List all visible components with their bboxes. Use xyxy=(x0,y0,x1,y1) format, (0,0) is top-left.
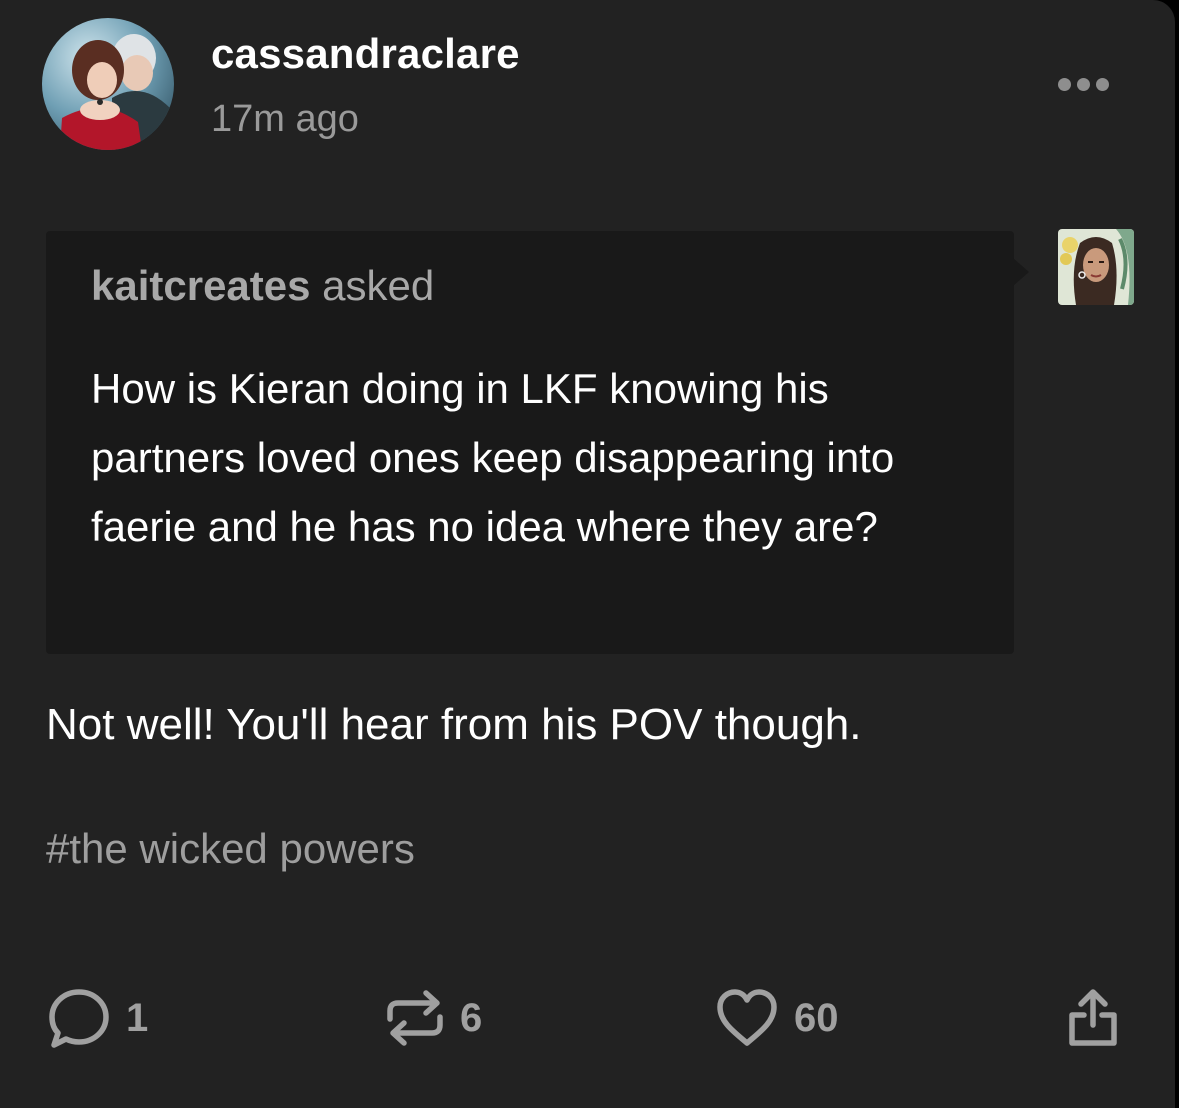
answer-text: Not well! You'll hear from his POV thoug… xyxy=(46,700,862,749)
reblog-arrows-icon xyxy=(387,990,443,1046)
author-username[interactable]: cassandraclare xyxy=(211,30,520,78)
like-count: 60 xyxy=(794,995,839,1040)
asker-avatar[interactable] xyxy=(1058,229,1134,305)
asker-username[interactable]: kaitcreates xyxy=(91,262,311,309)
more-dots-icon xyxy=(1057,77,1071,91)
ask-bubble-tail xyxy=(1013,258,1029,286)
like-button[interactable]: 60 xyxy=(714,985,839,1051)
more-options-button[interactable] xyxy=(1050,66,1116,102)
reblog-button[interactable]: 6 xyxy=(384,985,482,1051)
reblog-count: 6 xyxy=(460,995,483,1040)
post-timestamp: 17m ago xyxy=(211,98,359,140)
author-avatar[interactable] xyxy=(42,18,174,150)
share-icon xyxy=(1069,989,1117,1046)
share-button[interactable] xyxy=(1062,985,1124,1051)
reply-button[interactable]: 1 xyxy=(46,985,148,1051)
asked-label: asked xyxy=(322,262,435,309)
heart-icon xyxy=(717,989,777,1046)
speech-bubble-icon xyxy=(49,989,109,1048)
reply-count: 1 xyxy=(126,995,149,1040)
post-card: cassandraclare 17m ago kaitcreates asked… xyxy=(0,0,1175,1108)
ask-question: How is Kieran doing in LKF knowing his p… xyxy=(91,365,895,550)
post-tag[interactable]: #the wicked powers xyxy=(46,825,415,873)
asker-line: kaitcreates asked xyxy=(91,262,434,310)
